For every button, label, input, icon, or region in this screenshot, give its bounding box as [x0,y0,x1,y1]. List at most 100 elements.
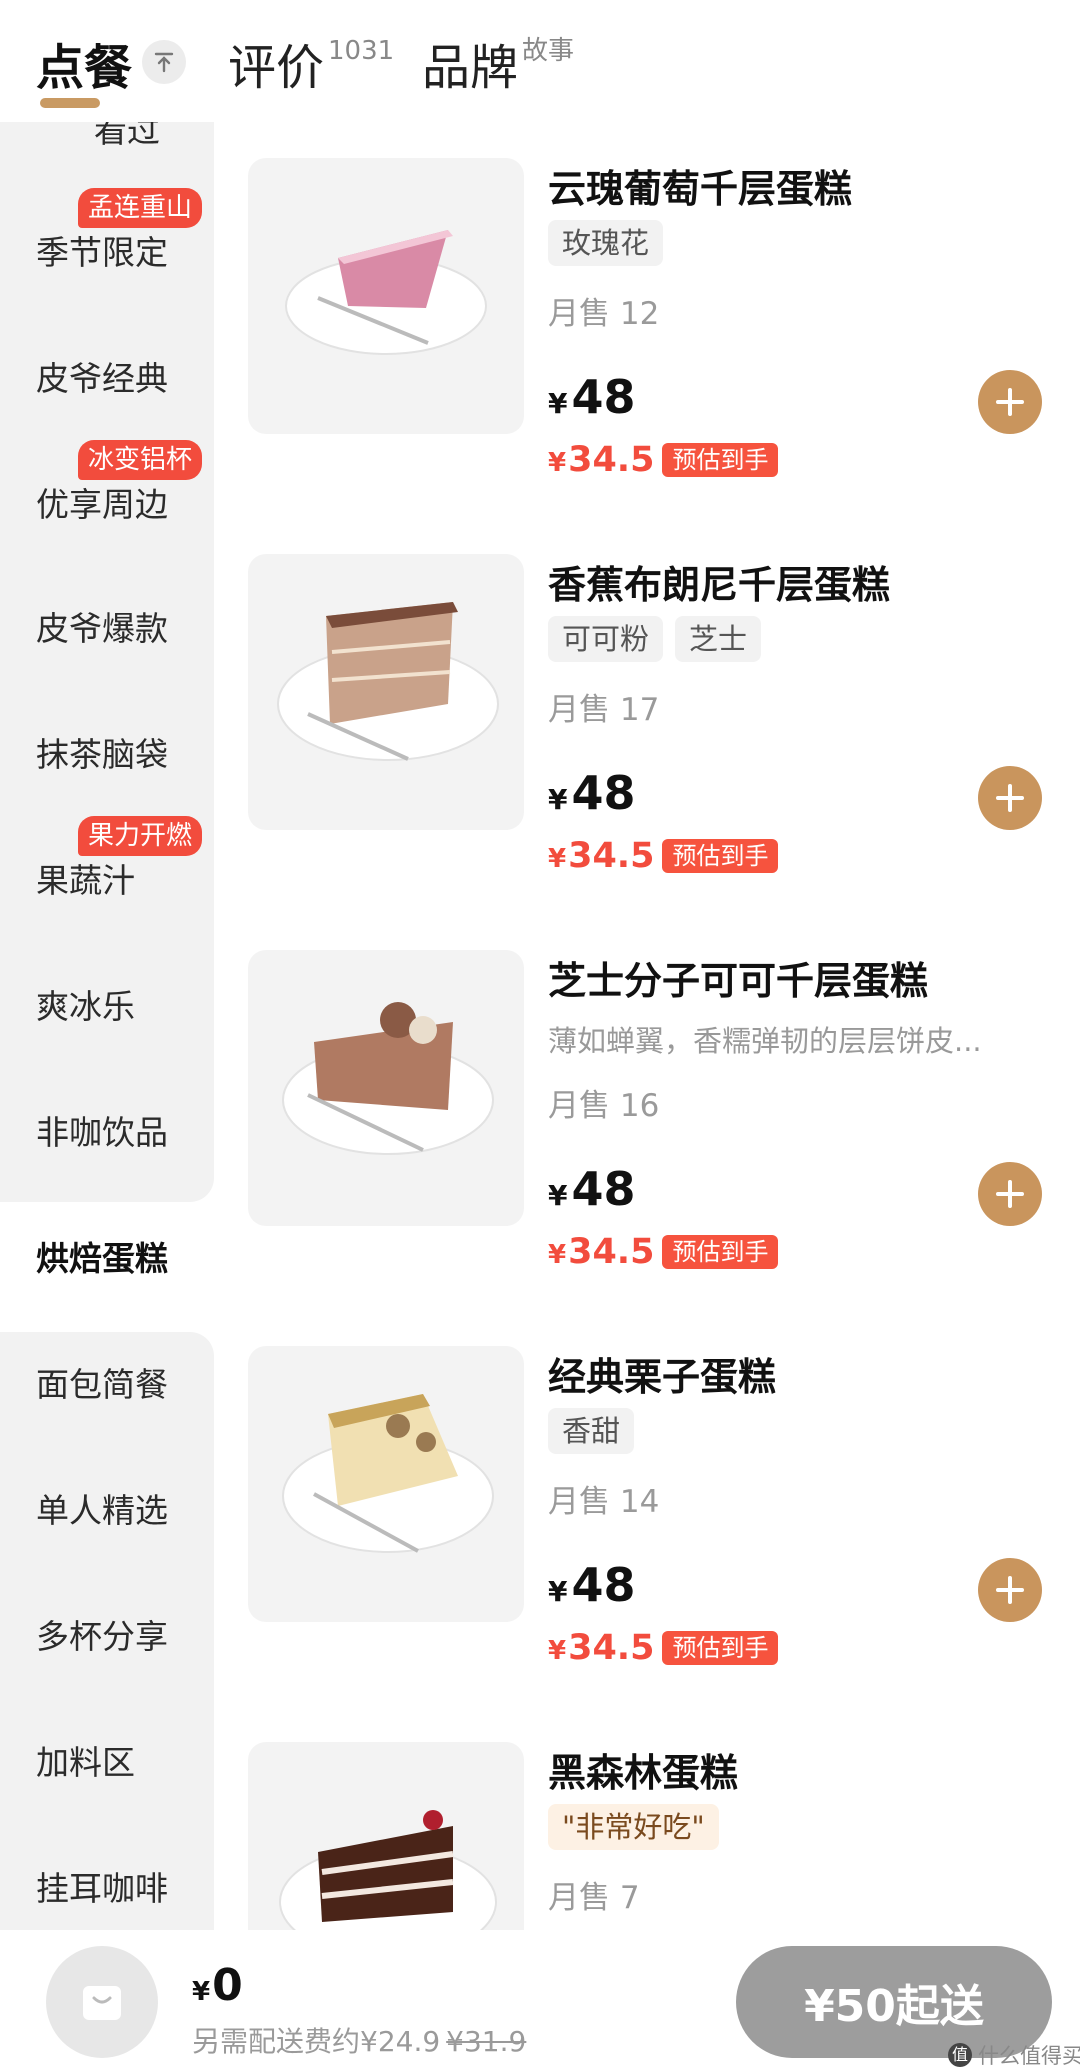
back-to-top-icon[interactable] [142,40,186,84]
sidebar-promo-tag: 冰变铝杯 [78,440,203,480]
currency-symbol: ¥ [192,1977,211,2007]
currency-symbol: ¥ [548,1636,567,1666]
sidebar-item-merch[interactable]: 优享周边 [36,478,168,526]
add-to-cart-button[interactable] [978,1558,1042,1622]
plus-icon [996,388,1024,416]
currency-symbol: ¥ [548,783,568,816]
tab-order[interactable]: 点餐 [36,28,132,98]
product-card[interactable]: 香蕉布朗尼千层蛋糕 可可粉 芝士 月售 17 ¥48 ¥34.5 预估到手 [248,554,1068,884]
discount-price: ¥34.5 预估到手 [548,440,779,480]
product-price: ¥48 [548,766,636,820]
plus-icon [996,1576,1024,1604]
tab-order-label: 点餐 [36,40,133,96]
monthly-sales: 月售 16 [548,1088,660,1124]
plus-icon [996,1180,1024,1208]
product-description: 薄如蝉翼，香糯弹韧的层层饼皮... [548,1024,982,1058]
add-to-cart-button[interactable] [978,370,1042,434]
sidebar-item-label: 多杯分享 [36,1617,168,1656]
estimated-badge: 预估到手 [662,1631,779,1665]
active-tab-indicator [40,98,100,108]
tab-reviews-label: 评价 [228,40,325,96]
product-card[interactable]: 经典栗子蛋糕 香甜 月售 14 ¥48 ¥34.5 预估到手 [248,1346,1068,1676]
cart-button[interactable] [46,1946,158,2058]
cart-bar: ¥0 另需配送费约¥24.9 ¥31.9 ¥50起送 [0,1930,1080,2069]
sidebar-item-label: 皮爷爆款 [36,609,168,648]
cake-image [248,950,524,1226]
sidebar-item-label: 挂耳咖啡 [36,1869,168,1908]
cart-total: ¥0 [192,1960,243,2011]
sidebar-item-bread-meals[interactable]: 面包简餐 [36,1358,168,1406]
monthly-sales: 月售 17 [548,692,660,728]
sidebar-item-bestsellers[interactable]: 皮爷爆款 [36,602,168,650]
plus-icon [996,784,1024,812]
cake-image [248,1742,524,1930]
tab-brand-story[interactable]: 品牌 故事 [422,28,574,98]
discount-value: 34.5 [568,836,655,876]
product-name: 香蕉布朗尼千层蛋糕 [548,563,891,607]
currency-symbol: ¥ [548,1240,567,1270]
tab-reviews[interactable]: 评价 1031 [228,28,394,98]
currency-symbol: ¥ [548,844,567,874]
product-tag: 可可粉 [548,616,664,662]
product-tag: 玫瑰花 [548,220,664,266]
product-tags: 可可粉 芝士 [548,616,762,662]
discount-value: 34.5 [568,440,655,480]
sidebar-item-label: 单人精选 [36,1491,168,1530]
currency-symbol: ¥ [548,1575,568,1608]
sidebar-item-share[interactable]: 多杯分享 [36,1610,168,1658]
product-card[interactable]: 云瑰葡萄千层蛋糕 玫瑰花 月售 12 ¥48 ¥34.5 预估到手 [248,158,1068,488]
sidebar-item-bakery[interactable]: 烘焙蛋糕 [36,1232,168,1280]
sidebar-item-label: 皮爷经典 [36,359,168,398]
sidebar-item-label: 果蔬汁 [36,861,135,900]
discount-value: 34.5 [568,1232,655,1272]
discount-price: ¥34.5 预估到手 [548,1628,779,1668]
sidebar-item-matcha[interactable]: 抹茶脑袋 [36,728,168,776]
product-card[interactable]: 芝士分子可可千层蛋糕 薄如蝉翼，香糯弹韧的层层饼皮... 月售 16 ¥48 ¥… [248,950,1068,1280]
add-to-cart-button[interactable] [978,766,1042,830]
price-value: 48 [571,370,636,424]
sidebar-item-drip-coffee[interactable]: 挂耳咖啡 [36,1862,168,1910]
sidebar-item-addons[interactable]: 加料区 [36,1736,135,1784]
sidebar-item-label: 季节限定 [36,233,168,272]
product-card[interactable]: 黑森林蛋糕 "非常好吃" 月售 7 [248,1742,1068,1930]
product-tag: 芝士 [675,616,762,662]
sidebar-item-label: 爽冰乐 [36,987,135,1026]
product-tag: 香甜 [548,1408,635,1454]
sidebar-item-juice[interactable]: 果蔬汁 [36,854,135,902]
estimated-badge: 预估到手 [662,1235,779,1269]
product-price: ¥48 [548,1558,636,1612]
discount-price: ¥34.5 预估到手 [548,836,779,876]
delivery-fee-text: 另需配送费约¥24.9 [192,2025,441,2058]
sidebar-item-seasonal[interactable]: 季节限定 [36,226,168,274]
watermark-logo-icon: 值 [948,2043,972,2067]
add-to-cart-button[interactable] [978,1162,1042,1226]
cake-image [248,554,524,830]
estimated-badge: 预估到手 [662,839,779,873]
sidebar-promo-tag: 果力开燃 [78,816,203,856]
currency-symbol: ¥ [548,448,567,478]
top-tab-bar: 点餐 评价 1031 品牌 故事 [0,0,1080,122]
shopping-bag-icon [83,1986,121,2020]
watermark-text: 什么值得买 [978,2044,1080,2068]
category-sidebar: 看过 孟连重山 季节限定 皮爷经典 冰变铝杯 优享周边 皮爷爆款 抹茶脑袋 果力… [0,111,214,1930]
sidebar-item-classic[interactable]: 皮爷经典 [36,352,168,400]
sidebar-item-single[interactable]: 单人精选 [36,1484,168,1532]
product-price: ¥48 [548,370,636,424]
monthly-sales: 月售 7 [548,1880,640,1916]
tab-brand-label: 品牌 [422,40,519,96]
sidebar-item-label: 烘焙蛋糕 [36,1239,168,1278]
delivery-original-price: ¥31.9 [446,2025,527,2058]
sidebar-item-non-coffee[interactable]: 非咖饮品 [36,1106,168,1154]
estimated-badge: 预估到手 [662,443,779,477]
currency-symbol: ¥ [548,1179,568,1212]
price-value: 48 [571,1162,636,1216]
sidebar-item-iced[interactable]: 爽冰乐 [36,980,135,1028]
monthly-sales: 月售 12 [548,296,660,332]
discount-value: 34.5 [568,1628,655,1668]
watermark: 值 什么值得买 [948,2040,1080,2069]
product-tags: "非常好吃" [548,1804,719,1850]
price-value: 48 [571,1558,636,1612]
product-name: 黑森林蛋糕 [548,1751,739,1795]
product-tags: 玫瑰花 [548,220,664,266]
product-review-tag: "非常好吃" [548,1804,719,1850]
